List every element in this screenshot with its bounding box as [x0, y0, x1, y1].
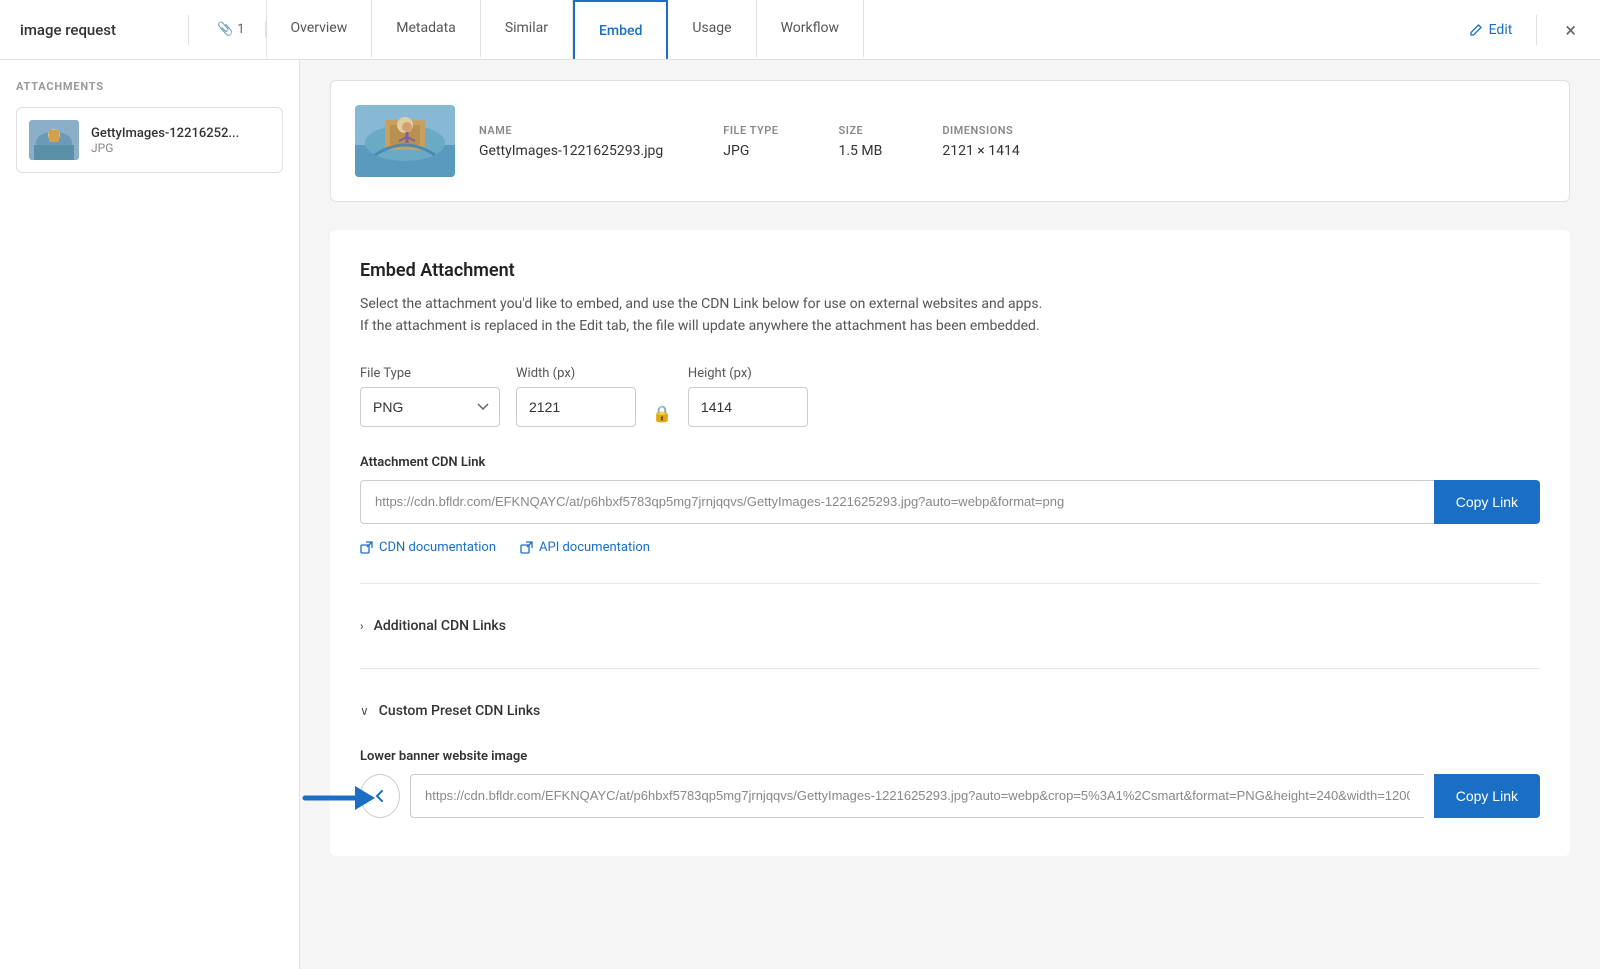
height-label: Height (px) [688, 366, 808, 381]
api-doc-link[interactable]: API documentation [520, 540, 650, 555]
sidebar: ATTACHMENTS GettyImages-12216252... JPG [0, 60, 300, 969]
edit-icon [1469, 23, 1483, 37]
tab-similar[interactable]: Similar [481, 0, 573, 59]
file-type-label: FILE TYPE [723, 124, 778, 137]
custom-preset-accordion: ∨ Custom Preset CDN Links Lower banner w… [360, 689, 1540, 818]
height-input[interactable] [688, 387, 808, 427]
content-area: NAME GettyImages-1221625293.jpg FILE TYP… [300, 60, 1600, 969]
cdn-link-input[interactable] [360, 480, 1434, 524]
divider-1 [360, 583, 1540, 584]
tab-metadata[interactable]: Metadata [372, 0, 481, 59]
custom-preset-header[interactable]: ∨ Custom Preset CDN Links [360, 689, 1540, 733]
embed-form-row: File Type PNG JPG WEBP Width (px) 🔒 Heig… [360, 366, 1540, 427]
file-type-group: File Type PNG JPG WEBP [360, 366, 500, 427]
external-link-icon-2 [520, 541, 533, 554]
back-arrow-icon [372, 788, 388, 804]
doc-links: CDN documentation API documentation [360, 540, 1540, 555]
tab-workflow[interactable]: Workflow [757, 0, 865, 59]
sidebar-section-label: ATTACHMENTS [16, 80, 283, 93]
banner-section: Lower banner website image [360, 749, 1540, 818]
height-group: Height (px) [688, 366, 808, 427]
width-group: Width (px) [516, 366, 636, 427]
embed-title: Embed Attachment [360, 260, 1540, 281]
banner-copy-button[interactable]: Copy Link [1434, 774, 1540, 818]
file-type-group: FILE TYPE JPG [723, 124, 778, 159]
copy-link-button[interactable]: Copy Link [1434, 480, 1540, 524]
file-preview [355, 105, 455, 177]
tab-bar: Overview Metadata Similar Embed Usage Wo… [266, 0, 1469, 59]
lock-icon: 🔒 [652, 404, 672, 427]
file-size-group: SIZE 1.5 MB [838, 124, 882, 159]
attachment-info: GettyImages-12216252... JPG [91, 126, 239, 155]
header-separator [188, 15, 189, 45]
edit-button[interactable]: Edit [1469, 22, 1513, 38]
width-input[interactable] [516, 387, 636, 427]
attachment-icon: 📎 [217, 22, 233, 37]
header: image request 📎 1 Overview Metadata Simi… [0, 0, 1600, 60]
additional-cdn-header[interactable]: › Additional CDN Links [360, 604, 1540, 648]
file-meta: NAME GettyImages-1221625293.jpg FILE TYP… [479, 124, 1020, 159]
size-value: 1.5 MB [838, 143, 882, 159]
name-label: NAME [479, 124, 663, 137]
header-sep2 [1536, 15, 1537, 45]
close-button[interactable]: × [1561, 16, 1580, 44]
attachment-count-value: 1 [237, 22, 244, 37]
back-button[interactable] [360, 774, 400, 818]
file-dimensions-group: DIMENSIONS 2121 × 1414 [942, 124, 1019, 159]
file-type-form-label: File Type [360, 366, 500, 381]
cdn-link-row: Copy Link [360, 480, 1540, 524]
main-layout: ATTACHMENTS GettyImages-12216252... JPG [0, 60, 1600, 969]
embed-description: Select the attachment you'd like to embe… [360, 293, 1540, 338]
chevron-right-icon: › [360, 619, 364, 633]
tab-usage[interactable]: Usage [668, 0, 756, 59]
page-title: image request [20, 21, 180, 39]
size-label: SIZE [838, 124, 882, 137]
tab-overview[interactable]: Overview [266, 0, 373, 59]
dimensions-value: 2121 × 1414 [942, 143, 1019, 159]
header-actions: Edit × [1469, 15, 1580, 45]
chevron-down-icon: ∨ [360, 704, 369, 718]
file-card: NAME GettyImages-1221625293.jpg FILE TYP… [330, 80, 1570, 202]
file-type-value: JPG [723, 143, 778, 159]
additional-cdn-accordion: › Additional CDN Links [360, 604, 1540, 648]
attachment-type: JPG [91, 141, 239, 155]
attachment-count: 📎 1 [197, 22, 266, 37]
attachment-item[interactable]: GettyImages-12216252... JPG [16, 107, 283, 173]
banner-label: Lower banner website image [360, 749, 1540, 764]
file-name-group: NAME GettyImages-1221625293.jpg [479, 124, 663, 159]
tab-embed[interactable]: Embed [573, 0, 668, 59]
attachment-thumbnail [29, 120, 79, 160]
divider-2 [360, 668, 1540, 669]
banner-cdn-input[interactable] [410, 774, 1424, 818]
name-value: GettyImages-1221625293.jpg [479, 143, 663, 159]
width-label: Width (px) [516, 366, 636, 381]
attachment-name: GettyImages-12216252... [91, 126, 239, 141]
cdn-link-label: Attachment CDN Link [360, 455, 1540, 470]
file-type-select[interactable]: PNG JPG WEBP [360, 387, 500, 427]
external-link-icon [360, 541, 373, 554]
cdn-doc-link[interactable]: CDN documentation [360, 540, 496, 555]
dimensions-label: DIMENSIONS [942, 124, 1019, 137]
embed-section: Embed Attachment Select the attachment y… [330, 230, 1570, 856]
